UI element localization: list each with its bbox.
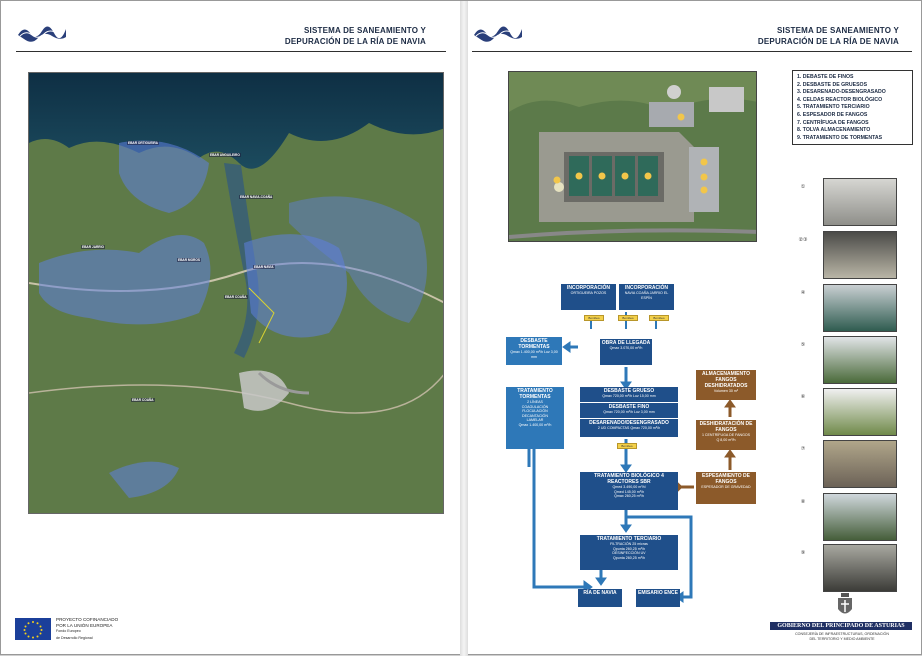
map-label: EBAR COAÑA <box>131 398 155 402</box>
box-title: DESBASTE TORMENTAS <box>518 338 550 350</box>
box-subtitle: 2 UD COMPACTAS Qmax 720,00 m³/h <box>597 426 661 430</box>
box-subtitle: Qmax 1.400,00 m³/h Luz 3,00 mm <box>510 350 558 359</box>
legend-item: 1. DEBASTE DE FINOS <box>797 74 854 80</box>
government-name: GOBIERNO DEL PRINCIPADO DE ASTURIAS <box>770 622 912 630</box>
page-gutter <box>460 1 468 656</box>
box-title: ALMACENAMIENTO FANGOS DESHIDRATADOS <box>702 371 750 389</box>
box-subtitle: Volumen 30 m³ <box>713 389 739 393</box>
legend-item: 5. TRATAMIENTO TERCIARIO <box>797 104 870 111</box>
eu-line-4: de Desarrollo Regional <box>56 635 93 640</box>
legend-item: 3. DESARENADO-DESENGRASADO <box>797 89 886 96</box>
process-legend: 1. DEBASTE DE FINOS 2. DESBASTE DE GRUES… <box>792 70 913 145</box>
photo-number: ⑨ <box>800 550 806 556</box>
arrival-works-box: OBRA DE LLEGADA Qmax 3.070,00 m³/h <box>600 339 652 365</box>
box-title: TRATAMIENTO TORMENTAS <box>517 388 553 400</box>
asturias-coat-of-arms-icon <box>838 593 852 614</box>
storm-screening-box: DESBASTE TORMENTAS Qmax 1.400,00 m³/h Lu… <box>506 337 562 365</box>
photo-number: ⑧ <box>800 499 806 505</box>
box-subtitle: Qmax 720,00 m³/h Luz 3,00 mm <box>603 410 655 414</box>
box-subtitle: ORTIGUEIRA POZOS <box>570 291 607 295</box>
eu-line-1: PROYECTO COFINANCIADO <box>56 617 119 622</box>
photo-coarse-screening <box>823 231 897 279</box>
biological-treatment-box: TRATAMIENTO BIOLÓGICO 4 REACTORES SBR Qm… <box>580 472 678 510</box>
legend-item: 8. TOLVA ALMACENAMIENTO <box>797 127 871 134</box>
header-rule <box>472 51 912 52</box>
photo-centrifuge <box>823 440 897 488</box>
map-label: EBAR JARRIO <box>81 245 105 249</box>
pump-tag: Bombeo <box>618 315 638 321</box>
box-title: ESPESAMIENTO DE FANGOS <box>702 473 750 485</box>
aerial-network-map: EBAR ORTIGUEIRA EBAR ANGUILEIRO EBAR NAV… <box>28 72 444 514</box>
eu-line-2: POR LA UNIÓN EUROPEA <box>56 622 113 628</box>
map-label: EBAR ORTIGUEIRA <box>127 141 159 145</box>
legend-item: 2. DESBASTE DE GRUESOS <box>797 81 868 88</box>
title-line-2: DEPURACIÓN DE LA RÍA DE NAVIA <box>757 37 899 46</box>
eu-cofinancing-text: PROYECTO COFINANCIADO POR LA UNIÓN EUROP… <box>56 617 118 641</box>
plant-aerial-photo <box>508 71 757 242</box>
title-line-1: SISTEMA DE SANEAMIENTO Y <box>303 26 426 35</box>
fine-screening-box: DESBASTE FINO Qmax 720,00 m³/h Luz 3,00 … <box>580 403 678 418</box>
photo-number: ⑤ <box>800 342 806 348</box>
ria-navia-outlet-box: RÍA DE NAVIA <box>578 589 622 607</box>
box-title: EMISARIO ENCE <box>637 590 678 596</box>
box-subtitle: Qmax 3.070,00 m³/h <box>609 346 643 350</box>
box-subtitle: Qmax 720,00 m³/h Luz 15,00 mm <box>602 394 656 398</box>
tertiary-treatment-box: TRATAMIENTO TERCIARIO FILTRACIÓN 25 micr… <box>580 535 678 570</box>
box-title: TRATAMIENTO BIOLÓGICO 4 REACTORES SBR <box>594 473 664 485</box>
box-subtitle: ESPESADOR DE GRAVEDAD <box>701 485 751 489</box>
wave-logo <box>18 26 66 42</box>
photo-number: ②③ <box>798 237 808 243</box>
coarse-screening-box: DESBASTE GRUESO Qmax 720,00 m³/h Luz 15,… <box>580 387 678 402</box>
grit-removal-box: DESARENADO/DESENGRASADO 2 UD COMPACTAS Q… <box>580 419 678 437</box>
box-title: DESHIDRATACIÓN DE FANGOS <box>699 421 753 433</box>
box-subtitle: 2 LÍNEAS COAGULACIÓN FLOCULACIÓN DECANTA… <box>518 400 552 427</box>
incorporation-box-2: INCORPORACIÓN NAVIA COAÑA JARRIO EL ESPÍ… <box>619 284 674 310</box>
storm-treatment-box: TRATAMIENTO TORMENTAS 2 LÍNEAS COAGULACI… <box>506 387 564 449</box>
map-label: EBAR COAÑA <box>224 295 248 299</box>
photo-number: ⑦ <box>800 446 806 452</box>
map-label: EBAR NAVIA <box>253 265 275 269</box>
map-label: EBAR ANGUILEIRO <box>209 153 241 157</box>
page-title: SISTEMA DE SANEAMIENTO Y DEPURACIÓN DE L… <box>699 25 899 47</box>
eu-line-3: Fondo Europeo <box>56 629 81 634</box>
photo-fine-screening <box>823 178 897 226</box>
legend-item: 7. CENTRÍFUGA DE FANGOS <box>797 119 869 126</box>
wave-logo <box>474 26 522 42</box>
header-rule <box>16 51 446 52</box>
box-title: RÍA DE NAVIA <box>583 590 617 596</box>
sludge-storage-box: ALMACENAMIENTO FANGOS DESHIDRATADOS Volu… <box>696 370 756 400</box>
page-title: SISTEMA DE SANEAMIENTO Y DEPURACIÓN DE L… <box>226 25 426 47</box>
map-label: EBAR MOROS <box>177 258 201 262</box>
photo-reactor <box>823 284 897 332</box>
photo-number: ⑥ <box>800 394 806 400</box>
government-department: CONSEJERÍA DE INFRAESTRUCTURAS, ORDENACI… <box>795 632 889 641</box>
photo-hopper <box>823 493 897 541</box>
pump-tag: Bombeo <box>649 315 669 321</box>
box-subtitle: FILTRACIÓN 25 micras Qpunta 260,25 m³/h … <box>610 542 648 560</box>
left-page: SISTEMA DE SANEAMIENTO Y DEPURACIÓN DE L… <box>1 1 460 656</box>
sludge-dewatering-box: DESHIDRATACIÓN DE FANGOS 1 CENTRÍFUGA DE… <box>696 420 756 450</box>
legend-item: 4. CELDAS REACTOR BIOLÓGICO <box>797 96 883 103</box>
pump-tag: Bombeo <box>617 443 637 449</box>
eu-flag-logo <box>15 618 51 640</box>
photo-tertiary <box>823 336 897 384</box>
box-subtitle: Qmed 3.490,00 m³/d Qmed 145,00 m³/h Qmax… <box>612 485 646 499</box>
process-flow-diagram: INCORPORACIÓN ORTIGUEIRA POZOS INCORPORA… <box>496 277 786 612</box>
legend-item: 9. TRATAMIENTO DE TORMENTAS <box>797 134 883 141</box>
document-spread: SISTEMA DE SANEAMIENTO Y DEPURACIÓN DE L… <box>0 0 922 656</box>
box-subtitle: 1 CENTRÍFUGA DE FANGOS Q 8,00 m³/h <box>701 433 751 442</box>
photo-number: ④ <box>800 290 806 296</box>
photo-thickener <box>823 388 897 436</box>
ence-outfall-box: EMISARIO ENCE <box>636 589 680 607</box>
incorporation-box-1: INCORPORACIÓN ORTIGUEIRA POZOS <box>561 284 616 310</box>
title-line-2: DEPURACIÓN DE LA RÍA DE NAVIA <box>284 37 426 46</box>
map-label: EBAR NAVIA-COAÑA <box>239 195 274 199</box>
title-line-1: SISTEMA DE SANEAMIENTO Y <box>776 26 899 35</box>
sludge-thickening-box: ESPESAMIENTO DE FANGOS ESPESADOR DE GRAV… <box>696 472 756 504</box>
photo-number: ① <box>800 184 806 190</box>
box-subtitle: NAVIA COAÑA JARRIO EL ESPÍN <box>624 291 669 300</box>
photo-storm-treatment <box>823 544 897 592</box>
legend-item: 6. ESPESADOR DE FANGOS <box>797 111 868 118</box>
pump-tag: Bombeo <box>584 315 604 321</box>
